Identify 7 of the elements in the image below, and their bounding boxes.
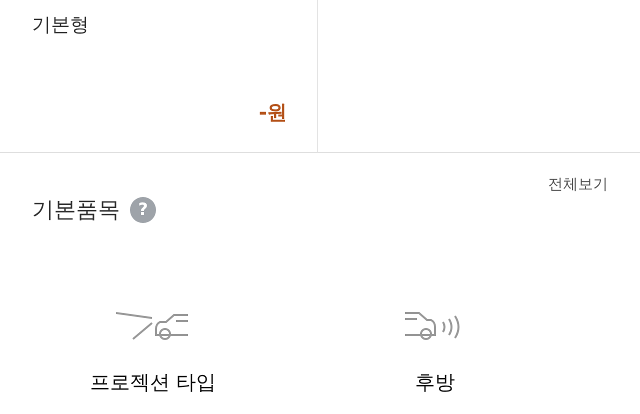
item-label: 프로젝션 타입 — [90, 369, 216, 396]
section-title: 기본품목 — [32, 197, 120, 225]
item-label: 후방 — [415, 369, 455, 396]
plan-name: 기본형 — [32, 13, 90, 38]
headlight-car-icon — [116, 311, 190, 341]
view-all-link[interactable]: 전체보기 — [548, 175, 608, 194]
plan-price: -원 — [258, 99, 287, 126]
